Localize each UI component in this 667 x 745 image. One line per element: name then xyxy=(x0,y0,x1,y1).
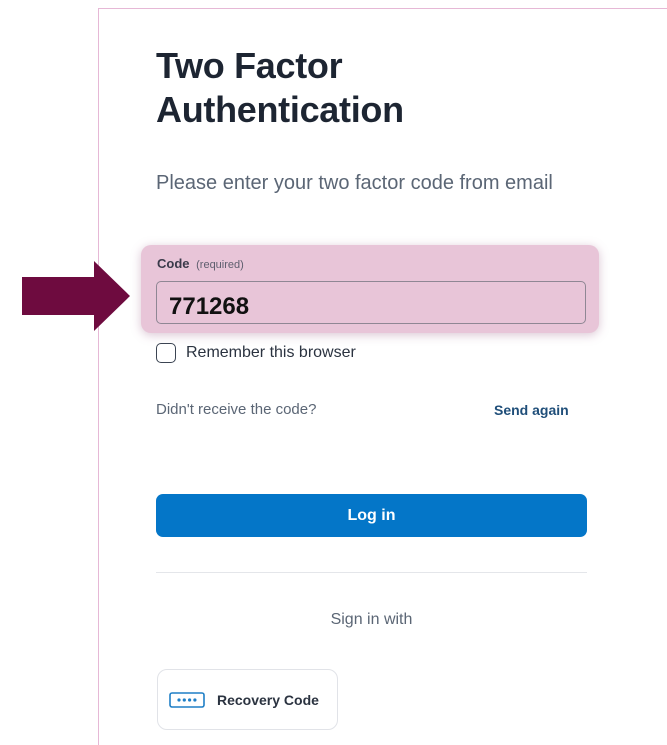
sign-in-with-heading: Sign in with xyxy=(330,611,413,628)
code-label-text: Code xyxy=(157,256,190,271)
remember-browser-checkbox[interactable] xyxy=(156,343,176,363)
remember-browser-option[interactable]: Remember this browser xyxy=(156,343,356,363)
code-label: Code (required) xyxy=(157,256,244,271)
code-input[interactable] xyxy=(156,281,586,324)
login-button[interactable]: Log in xyxy=(156,494,587,537)
divider xyxy=(156,572,587,573)
page-title: Two Factor Authentication xyxy=(156,45,404,130)
page-subtitle: Please enter your two factor code from e… xyxy=(156,172,553,194)
panel-border-top xyxy=(98,8,667,9)
resend-prompt: Didn't receive the code? xyxy=(156,401,317,418)
recovery-code-label[interactable]: Recovery Code xyxy=(217,692,319,708)
remember-browser-label[interactable]: Remember this browser xyxy=(186,344,356,362)
password-dots-icon xyxy=(169,691,205,708)
panel-border-left xyxy=(98,8,99,745)
send-again-link[interactable]: Send again xyxy=(494,402,569,418)
annotation-arrow-icon xyxy=(22,261,130,331)
required-note: (required) xyxy=(196,259,244,271)
recovery-code-button[interactable]: Recovery Code xyxy=(157,669,338,730)
